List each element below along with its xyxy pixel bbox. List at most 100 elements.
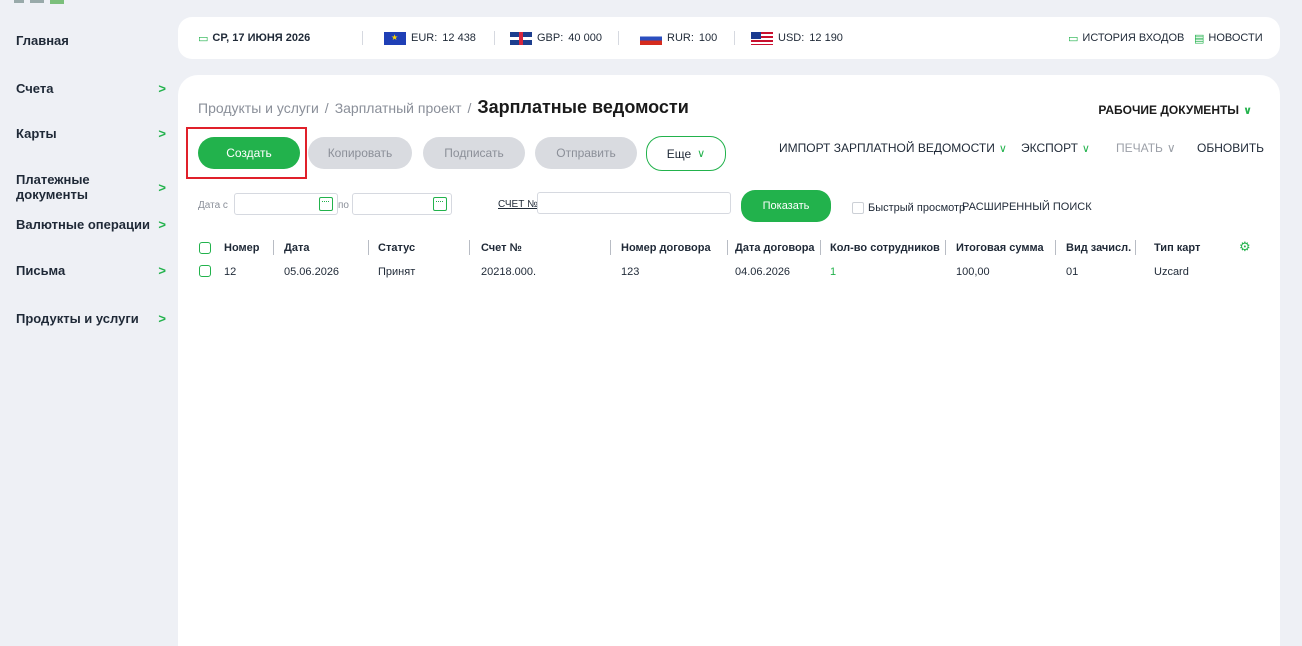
calendar-icon[interactable] <box>433 197 447 211</box>
sidebar-item-label: Счета <box>16 81 54 96</box>
column-header-credit-type[interactable]: Вид зачисл. <box>1066 242 1131 254</box>
quick-view-checkbox[interactable] <box>852 202 864 214</box>
chevron-down-icon: ∨ <box>1243 104 1252 117</box>
cell-employee-count[interactable]: 1 <box>830 266 836 278</box>
chevron-down-icon: ∨ <box>998 142 1007 155</box>
select-all-checkbox[interactable] <box>199 242 211 254</box>
show-button[interactable]: Показать <box>741 190 831 222</box>
sidebar-item-label: Карты <box>16 126 57 141</box>
account-number-label[interactable]: СЧЕТ № <box>498 199 538 210</box>
create-button[interactable]: Создать <box>198 137 300 169</box>
breadcrumb: Продукты и услуги / Зарплатный проект / … <box>198 97 689 118</box>
column-divider <box>610 240 611 255</box>
date-from-label: Дата с <box>198 200 228 211</box>
rate-eur: EUR: 12 438 <box>384 31 476 45</box>
divider <box>618 31 619 45</box>
divider <box>362 31 363 45</box>
rate-value: 100 <box>698 32 718 44</box>
date-text: СР, 17 ИЮНЯ 2026 <box>212 32 311 44</box>
breadcrumb-separator: / <box>467 100 472 116</box>
cell-account: 20218.000. <box>481 266 537 278</box>
more-label: Еще <box>666 146 692 161</box>
news-label: НОВОСТИ <box>1208 32 1263 44</box>
column-header-total-amount[interactable]: Итоговая сумма <box>956 242 1044 254</box>
work-documents-label: РАБОЧИЕ ДОКУМЕНТЫ <box>1098 103 1240 117</box>
cell-card-type: Uzcard <box>1154 266 1189 278</box>
send-button[interactable]: Отправить <box>535 137 637 169</box>
us-flag-icon <box>751 31 773 45</box>
rate-value: 40 000 <box>568 32 602 44</box>
column-header-contract-number[interactable]: Номер договора <box>621 242 711 254</box>
news-link[interactable]: ▤ НОВОСТИ <box>1194 32 1263 45</box>
chevron-down-icon: ∨ <box>1081 142 1090 155</box>
sidebar-item-payment-documents[interactable]: Платежные документы > <box>16 172 166 202</box>
sidebar-item-label: Платежные документы <box>16 172 90 202</box>
column-header-card-type[interactable]: Тип карт <box>1154 242 1200 254</box>
column-divider <box>273 240 274 255</box>
sidebar: Главная Счета > Карты > Платежные докуме… <box>0 0 172 646</box>
import-label: ИМПОРТ ЗАРПЛАТНОЙ ВЕДОМОСТИ <box>779 141 995 155</box>
cell-number: 12 <box>224 266 237 278</box>
chevron-down-icon: ∨ <box>697 148 706 160</box>
sidebar-item-label: Главная <box>16 33 69 48</box>
divider <box>734 31 735 45</box>
current-date: ▭ СР, 17 ИЮНЯ 2026 <box>198 32 310 45</box>
sidebar-item-label: Письма <box>16 263 66 278</box>
refresh-label: ОБНОВИТЬ <box>1197 141 1265 155</box>
export-dropdown[interactable]: ЭКСПОРТ ∨ <box>1021 141 1090 155</box>
import-salary-sheet-dropdown[interactable]: ИМПОРТ ЗАРПЛАТНОЙ ВЕДОМОСТИ ∨ <box>779 141 1007 155</box>
login-history-link[interactable]: ▭ ИСТОРИЯ ВХОДОВ <box>1068 32 1184 45</box>
sidebar-item-accounts[interactable]: Счета > <box>16 81 166 96</box>
sidebar-item-products-services[interactable]: Продукты и услуги > <box>16 311 166 326</box>
column-header-contract-date[interactable]: Дата договора <box>735 242 815 254</box>
chevron-right-icon: > <box>158 263 166 278</box>
rate-value: 12 190 <box>809 32 843 44</box>
rate-gbp: GBP: 40 000 <box>510 31 602 45</box>
rate-code: GBP: <box>537 32 564 44</box>
column-header-date[interactable]: Дата <box>284 242 309 254</box>
login-history-label: ИСТОРИЯ ВХОДОВ <box>1082 32 1185 44</box>
logo <box>14 0 124 6</box>
row-checkbox[interactable] <box>199 265 211 277</box>
page-title: Зарплатные ведомости <box>477 97 689 117</box>
column-header-number[interactable]: Номер <box>224 242 260 254</box>
sidebar-item-label: Валютные операции <box>16 217 150 232</box>
copy-button[interactable]: Копировать <box>308 137 412 169</box>
calendar-icon[interactable] <box>319 197 333 211</box>
advanced-search-link[interactable]: РАСШИРЕННЫЙ ПОИСК <box>962 201 1092 213</box>
chevron-right-icon: > <box>158 311 166 326</box>
column-header-employee-count[interactable]: Кол-во сотрудников <box>830 242 940 254</box>
chevron-down-icon: ∨ <box>1166 141 1176 155</box>
print-dropdown[interactable]: ПЕЧАТЬ ∨ <box>1116 141 1176 155</box>
date-from-input[interactable] <box>234 193 338 215</box>
eu-flag-icon <box>384 31 406 45</box>
rate-rur: RUR: 100 <box>640 31 718 45</box>
refresh-link[interactable]: ОБНОВИТЬ <box>1197 141 1264 155</box>
sidebar-item-currency-operations[interactable]: Валютные операции > <box>16 217 166 232</box>
sidebar-item-letters[interactable]: Письма > <box>16 263 166 278</box>
column-header-account[interactable]: Счет № <box>481 242 522 254</box>
column-divider <box>469 240 470 255</box>
work-documents-dropdown[interactable]: РАБОЧИЕ ДОКУМЕНТЫ ∨ <box>1098 103 1252 117</box>
cell-total-amount: 100,00 <box>956 266 990 278</box>
sidebar-item-home[interactable]: Главная <box>16 33 166 48</box>
breadcrumb-item-salary-project[interactable]: Зарплатный проект <box>335 100 462 116</box>
print-label: ПЕЧАТЬ <box>1116 141 1163 155</box>
sign-button[interactable]: Подписать <box>423 137 525 169</box>
date-to-input[interactable] <box>352 193 452 215</box>
column-divider <box>1135 240 1136 255</box>
gear-icon[interactable]: ⚙ <box>1239 239 1251 255</box>
breadcrumb-separator: / <box>324 100 329 116</box>
calendar-icon: ▭ <box>198 32 209 45</box>
cell-contract-date: 04.06.2026 <box>735 266 791 278</box>
column-divider <box>1055 240 1056 255</box>
account-number-input[interactable] <box>537 192 731 214</box>
more-button[interactable]: Еще ∨ <box>646 136 726 171</box>
sidebar-item-cards[interactable]: Карты > <box>16 126 166 141</box>
monitor-icon: ▭ <box>1068 32 1079 45</box>
quick-view-label: Быстрый просмотр <box>868 202 966 214</box>
top-bar: ▭ СР, 17 ИЮНЯ 2026 EUR: 12 438 GBP: 40 0… <box>178 17 1280 59</box>
column-header-status[interactable]: Статус <box>378 242 415 254</box>
rate-value: 12 438 <box>442 32 476 44</box>
breadcrumb-item-products[interactable]: Продукты и услуги <box>198 100 319 116</box>
